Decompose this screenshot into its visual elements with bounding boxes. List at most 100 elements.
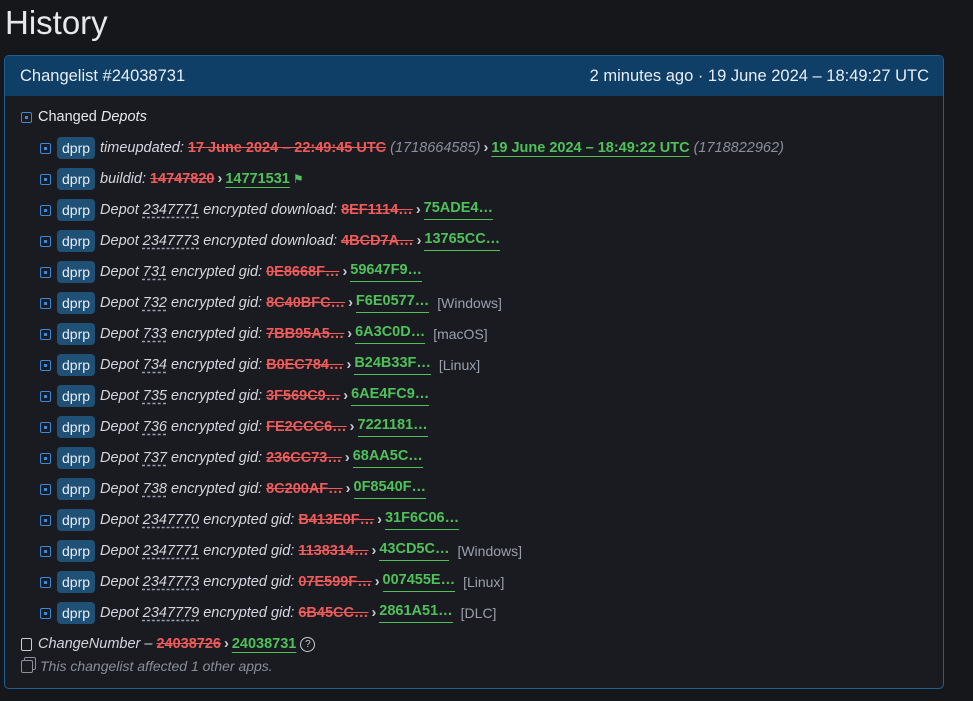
- depot-link[interactable]: 2347773: [143, 574, 199, 590]
- old-value[interactable]: 07E599F…: [298, 574, 371, 590]
- changelist-header: Changelist #24038731 2 minutes ago · 19 …: [5, 56, 943, 96]
- new-value[interactable]: 6A3C0D…: [355, 324, 426, 344]
- old-value[interactable]: B0EC784…: [266, 357, 343, 373]
- expand-icon[interactable]: [40, 235, 51, 247]
- new-value[interactable]: F6E0577…: [355, 293, 430, 313]
- dprp-badge[interactable]: dprp: [57, 478, 96, 500]
- depot-link[interactable]: 2347779: [143, 605, 199, 621]
- help-icon[interactable]: ?: [300, 636, 316, 652]
- depot-link[interactable]: 2347771: [143, 202, 199, 218]
- old-value[interactable]: 7BB95A5…: [266, 326, 344, 342]
- old-value[interactable]: 14747820: [150, 171, 215, 187]
- dprp-badge[interactable]: dprp: [57, 571, 96, 593]
- change-number-new[interactable]: 24038731: [232, 636, 297, 652]
- dprp-badge[interactable]: dprp: [57, 230, 96, 252]
- new-value[interactable]: 68AA5C…: [352, 448, 423, 468]
- new-value[interactable]: 7221181…: [357, 417, 428, 437]
- change-label: Depot 736 encrypted gid:: [100, 419, 262, 435]
- depot-link[interactable]: 735: [143, 388, 167, 404]
- old-timestamp: (1718664585): [390, 140, 481, 156]
- depot-link[interactable]: 2347773: [143, 233, 199, 249]
- expand-icon[interactable]: [40, 421, 51, 433]
- dprp-badge[interactable]: dprp: [57, 416, 96, 438]
- dprp-badge[interactable]: dprp: [57, 323, 96, 345]
- new-value[interactable]: 0F8540F…: [353, 479, 427, 499]
- change-number-old[interactable]: 24038726: [156, 636, 221, 652]
- old-value[interactable]: 4BCD7A…: [341, 233, 414, 249]
- old-value[interactable]: 0E8668F…: [266, 264, 339, 280]
- depot-link[interactable]: 733: [143, 326, 167, 342]
- new-value[interactable]: 2861A51…: [379, 603, 453, 623]
- new-value[interactable]: 31F6C06…: [384, 510, 460, 530]
- new-value[interactable]: 43CD5C…: [379, 541, 450, 561]
- change-label: Depot 738 encrypted gid:: [100, 481, 262, 497]
- new-value[interactable]: 6AE4FC9…: [351, 386, 430, 406]
- dprp-badge[interactable]: dprp: [57, 540, 96, 562]
- dprp-badge[interactable]: dprp: [57, 385, 96, 407]
- document-check-icon: [21, 637, 32, 651]
- old-value[interactable]: 236CC73…: [266, 450, 342, 466]
- dprp-badge[interactable]: dprp: [57, 292, 96, 314]
- dprp-badge[interactable]: dprp: [57, 261, 96, 283]
- dprp-badge[interactable]: dprp: [57, 447, 96, 469]
- old-value[interactable]: B413E0F…: [298, 512, 374, 528]
- expand-icon[interactable]: [40, 297, 51, 309]
- changed-depots-header: Changed Depots: [21, 109, 147, 125]
- history-row: dprp Depot 2347770 encrypted gid: B413E0F……: [40, 508, 460, 532]
- history-row: dprp Depot 736 encrypted gid: FE2CCC6… › 722…: [40, 415, 428, 439]
- collapse-toggle-icon[interactable]: [21, 111, 32, 123]
- new-value[interactable]: B24B33F…: [354, 355, 431, 375]
- change-label: Depot 2347770 encrypted gid:: [100, 512, 294, 528]
- history-row: dprp buildid: 14747820 › 14771531 ⚑: [40, 167, 304, 191]
- history-row: dprp Depot 731 encrypted gid: 0E8668F… › 596…: [40, 260, 423, 284]
- dprp-badge[interactable]: dprp: [57, 199, 96, 221]
- dprp-badge[interactable]: dprp: [57, 168, 96, 190]
- new-value[interactable]: 19 June 2024 – 18:49:22 UTC: [491, 140, 689, 156]
- expand-icon[interactable]: [40, 607, 51, 619]
- dprp-badge[interactable]: dprp: [57, 354, 96, 376]
- expand-icon[interactable]: [40, 514, 51, 526]
- depot-link[interactable]: 738: [143, 481, 167, 497]
- expand-icon[interactable]: [40, 545, 51, 557]
- expand-icon[interactable]: [40, 359, 51, 371]
- depot-link[interactable]: 734: [143, 357, 167, 373]
- depot-link[interactable]: 731: [143, 264, 167, 280]
- expand-icon[interactable]: [40, 452, 51, 464]
- dprp-badge[interactable]: dprp: [57, 602, 96, 624]
- expand-icon[interactable]: [40, 328, 51, 340]
- depot-link[interactable]: 2347770: [143, 512, 199, 528]
- changelist-title[interactable]: Changelist #24038731: [20, 67, 185, 86]
- history-row: dprp Depot 737 encrypted gid: 236CC73… › 68A…: [40, 446, 423, 470]
- expand-icon[interactable]: [40, 173, 51, 185]
- depot-link[interactable]: 737: [143, 450, 167, 466]
- expand-icon[interactable]: [40, 204, 51, 216]
- dprp-badge[interactable]: dprp: [57, 137, 96, 159]
- expand-icon[interactable]: [40, 266, 51, 278]
- patch-notes-icon[interactable]: ⚑: [293, 172, 304, 186]
- old-value[interactable]: 3F569C9…: [266, 388, 340, 404]
- arrow-icon: ›: [415, 202, 421, 218]
- new-value[interactable]: 75ADE4…: [423, 200, 493, 220]
- depot-link[interactable]: 2347771: [143, 543, 199, 559]
- old-value[interactable]: 6B45CC…: [298, 605, 368, 621]
- old-value[interactable]: 8C40BFC…: [266, 295, 345, 311]
- new-value[interactable]: 13765CC…: [424, 231, 501, 251]
- change-label: Depot 731 encrypted gid:: [100, 264, 262, 280]
- expand-icon[interactable]: [40, 142, 51, 154]
- label-suffix: encrypted gid:: [166, 264, 263, 280]
- expand-icon[interactable]: [40, 483, 51, 495]
- depot-link[interactable]: 736: [143, 419, 167, 435]
- old-value[interactable]: 1138314…: [298, 543, 368, 559]
- expand-icon[interactable]: [40, 390, 51, 402]
- old-value[interactable]: FE2CCC6…: [266, 419, 347, 435]
- new-value[interactable]: 14771531: [225, 171, 290, 187]
- old-value[interactable]: 8C200AF…: [266, 481, 343, 497]
- dprp-badge[interactable]: dprp: [57, 509, 96, 531]
- depot-link[interactable]: 732: [143, 295, 167, 311]
- old-value[interactable]: 8EF1114…: [341, 202, 413, 218]
- change-label: Depot 2347773 encrypted gid:: [100, 574, 294, 590]
- expand-icon[interactable]: [40, 576, 51, 588]
- new-value[interactable]: 59647F9…: [350, 262, 423, 282]
- old-value[interactable]: 17 June 2024 – 22:49:45 UTC: [188, 140, 386, 156]
- new-value[interactable]: 007455E…: [382, 572, 456, 592]
